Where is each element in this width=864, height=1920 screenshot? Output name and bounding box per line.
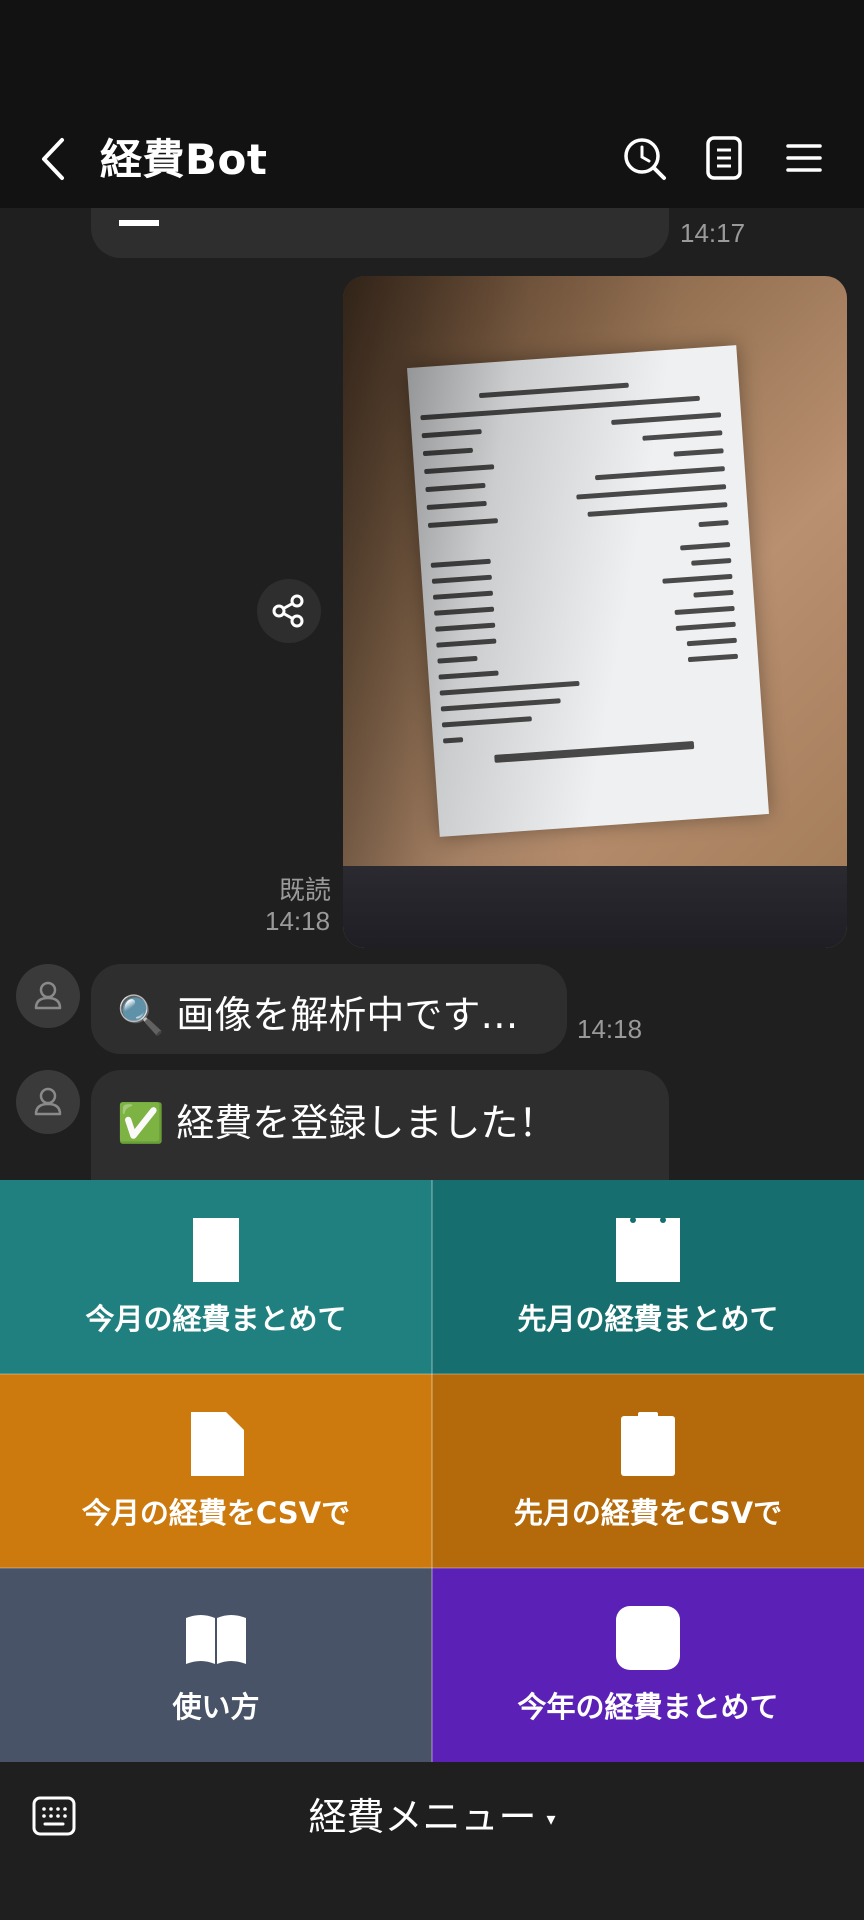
previous-message-time: 14:17 xyxy=(680,218,746,248)
analyzing-message-text: 🔍 画像を解析中です… xyxy=(117,993,519,1037)
document-icon xyxy=(176,1216,256,1286)
share-icon xyxy=(272,594,304,628)
square-icon xyxy=(608,1604,688,1674)
bot-avatar[interactable] xyxy=(16,1070,80,1134)
receipt-photo[interactable] xyxy=(343,276,847,948)
menu-divider xyxy=(0,1373,864,1375)
tile-this-month-csv[interactable]: 今月の経費をCSVで xyxy=(0,1374,432,1568)
read-receipt: 既読 xyxy=(279,875,332,905)
tile-this-month-summary[interactable]: 今月の経費まとめて xyxy=(0,1180,432,1374)
previous-message-fragment xyxy=(119,220,159,226)
analyzing-message-bubble[interactable]: 🔍 画像を解析中です… xyxy=(91,964,567,1054)
rich-menu-toggle[interactable]: 経費メニュー ▾ xyxy=(0,1786,864,1841)
tile-label: 今年の経費まとめて xyxy=(517,1690,779,1724)
person-icon xyxy=(34,981,62,1010)
back-button[interactable] xyxy=(32,132,76,186)
notes-icon xyxy=(706,136,742,180)
menu-icon xyxy=(786,144,822,172)
chat-title: 経費Bot xyxy=(100,135,268,184)
tile-last-month-summary[interactable]: 先月の経費まとめて xyxy=(432,1180,864,1374)
menu-button[interactable] xyxy=(776,130,832,186)
tile-last-month-csv[interactable]: 先月の経費をCSVで xyxy=(432,1374,864,1568)
bottom-bar: 経費メニュー ▾ xyxy=(0,1762,864,1920)
tile-this-year-summary[interactable]: 今年の経費まとめて xyxy=(432,1568,864,1762)
person-icon xyxy=(34,1087,62,1116)
tile-label: 使い方 xyxy=(172,1690,260,1724)
caret-down-icon: ▾ xyxy=(546,1809,556,1830)
photo-time: 14:18 xyxy=(265,906,331,936)
file-icon xyxy=(176,1410,256,1480)
tile-label: 今月の経費をCSVで xyxy=(81,1496,351,1530)
registered-message-bubble[interactable]: ✅ 経費を登録しました！ xyxy=(91,1070,669,1180)
bot-avatar[interactable] xyxy=(16,964,80,1028)
history-search-button[interactable] xyxy=(616,130,672,186)
history-search-icon xyxy=(624,138,666,180)
registered-message-text: ✅ 経費を登録しました！ xyxy=(117,1101,557,1145)
notes-button[interactable] xyxy=(696,130,752,186)
share-button[interactable] xyxy=(257,579,321,643)
calendar-icon xyxy=(608,1216,688,1286)
previous-message-bubble xyxy=(91,208,669,258)
tile-label: 今月の経費まとめて xyxy=(85,1302,347,1336)
rich-menu: 今月の経費まとめて 先月の経費まとめて 今月の経費をCSVで 先月の経費をCSV… xyxy=(0,1180,864,1762)
tile-how-to-use[interactable]: 使い方 xyxy=(0,1568,432,1762)
back-icon xyxy=(42,138,64,180)
clipboard-icon xyxy=(608,1410,688,1480)
book-icon xyxy=(176,1604,256,1674)
analyzing-message-time: 14:18 xyxy=(577,1014,643,1044)
menu-divider xyxy=(431,1180,433,1762)
chat-area[interactable]: 14:17 既読 14:18 🔍 画像を解析中です… 14:18 ✅ 経費を登録… xyxy=(0,208,864,1180)
chat-header: 経費Bot xyxy=(0,110,864,208)
tile-label: 先月の経費をCSVで xyxy=(513,1496,783,1530)
status-bar xyxy=(0,0,864,110)
tile-label: 先月の経費まとめて xyxy=(517,1302,779,1336)
rich-menu-toggle-label: 経費メニュー xyxy=(308,1795,537,1839)
menu-divider xyxy=(0,1567,864,1569)
